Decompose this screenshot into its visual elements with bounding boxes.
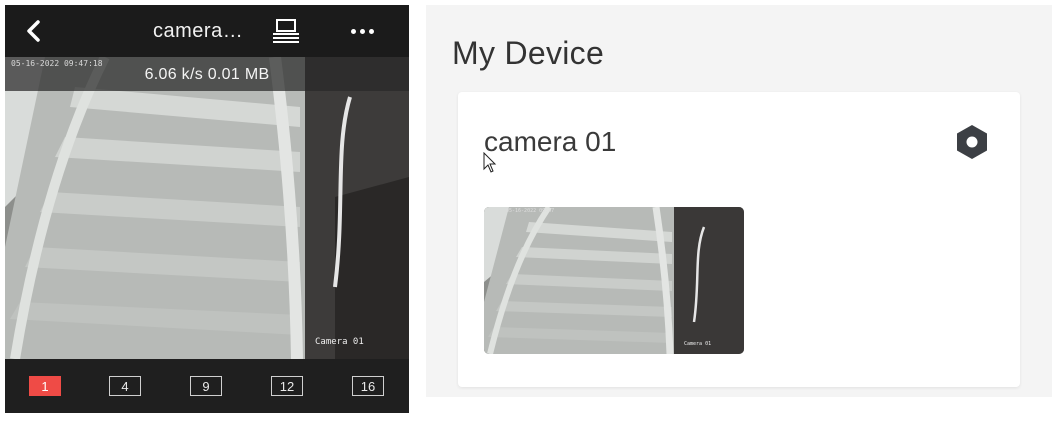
thumbnail-frame (484, 207, 744, 354)
thumbnail-osd-label: Camera 01 (684, 341, 712, 347)
live-video-feed[interactable]: 05-16-2022 09:47:18 6.06 k/s 0.01 MB Cam… (5, 57, 409, 359)
stats-bar: 05-16-2022 09:47:18 6.06 k/s 0.01 MB (5, 57, 409, 91)
split-16-button[interactable]: 16 (352, 376, 384, 396)
page-title: My Device (452, 35, 605, 71)
device-card[interactable]: camera 01 05-16-2022 09:47 Camera 01 (458, 92, 1020, 387)
bitrate-stats: 6.06 k/s 0.01 MB (144, 66, 270, 83)
back-button[interactable] (19, 17, 47, 45)
split-12-button[interactable]: 12 (271, 376, 303, 396)
more-dots-icon (350, 28, 356, 34)
screen-mode-icon (273, 19, 299, 43)
more-options-button[interactable] (347, 17, 377, 45)
hexagon-settings-icon (957, 125, 987, 159)
split-screen-bar: 1 4 9 12 16 (5, 359, 409, 413)
thumbnail-timestamp: 05-16-2022 09:47 (506, 208, 555, 214)
device-settings-button[interactable] (952, 122, 992, 162)
mouse-cursor-icon (483, 152, 497, 173)
chevron-left-icon (27, 20, 40, 42)
screen-mode-button[interactable] (271, 18, 301, 46)
my-device-panel: My Device camera 01 05-16-2022 09:47 Cam… (426, 5, 1052, 397)
video-osd-label: Camera 01 (315, 337, 364, 347)
camera-title: camera… (153, 20, 244, 42)
split-1-button[interactable]: 1 (29, 376, 61, 396)
split-4-button[interactable]: 4 (109, 376, 141, 396)
live-view-top-bar: camera… (5, 5, 409, 57)
split-9-button[interactable]: 9 (190, 376, 222, 396)
device-thumbnail[interactable]: 05-16-2022 09:47 Camera 01 (484, 207, 744, 354)
device-name: camera 01 (484, 126, 617, 157)
video-frame (5, 57, 409, 359)
live-view-panel: camera… 05-16-2022 09:47:18 6.06 k/s 0.0… (5, 5, 409, 413)
